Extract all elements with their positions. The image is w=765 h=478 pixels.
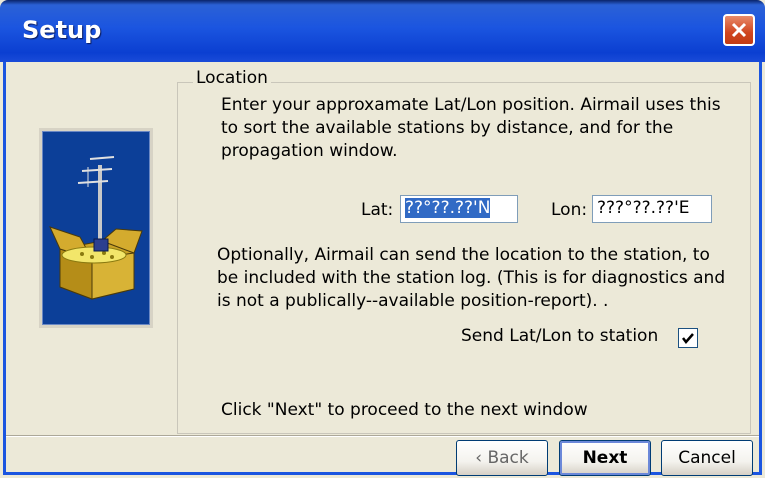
optional-line-2: be included with the station log. (This … [217, 268, 726, 288]
window-title: Setup [22, 16, 102, 44]
optional-text: Optionally, Airmail can send the locatio… [217, 244, 747, 313]
checkmark-icon [682, 333, 694, 344]
send-lat-lon-checkbox[interactable] [678, 328, 698, 348]
intro-line-3: propagation window. [221, 141, 398, 161]
close-button[interactable] [723, 14, 755, 46]
next-button[interactable]: Next [559, 440, 651, 476]
wizard-image [39, 128, 153, 328]
lon-input[interactable]: ???°??.??'E [592, 195, 712, 223]
dialog-body: Location Enter your approxamate Lat/Lon … [3, 62, 762, 476]
lat-input[interactable]: ??°??.??'N [400, 195, 518, 223]
cancel-button[interactable]: Cancel [661, 440, 753, 476]
close-icon [731, 22, 747, 38]
location-group-label: Location [193, 68, 271, 88]
optional-line-3: is not a publically--available position-… [217, 291, 609, 311]
click-next-text: Click "Next" to proceed to the next wind… [221, 400, 588, 420]
lat-value: ??°??.??'N [405, 198, 491, 218]
footer-separator [6, 435, 759, 437]
setup-window: Setup Location Enter your approxamate La… [0, 0, 765, 478]
optional-line-1: Optionally, Airmail can send the locatio… [217, 245, 710, 265]
intro-line-2: to sort the available stations by distan… [221, 118, 674, 138]
lat-label: Lat: [361, 200, 394, 220]
title-bar[interactable]: Setup [0, 0, 765, 62]
send-lat-lon-label: Send Lat/Lon to station [461, 326, 659, 346]
intro-text: Enter your approxamate Lat/Lon position.… [221, 94, 741, 163]
antenna-box-icon [49, 156, 143, 300]
lon-label: Lon: [551, 200, 588, 220]
back-button[interactable]: ‹ Back [456, 440, 548, 476]
intro-line-1: Enter your approxamate Lat/Lon position.… [221, 95, 721, 115]
